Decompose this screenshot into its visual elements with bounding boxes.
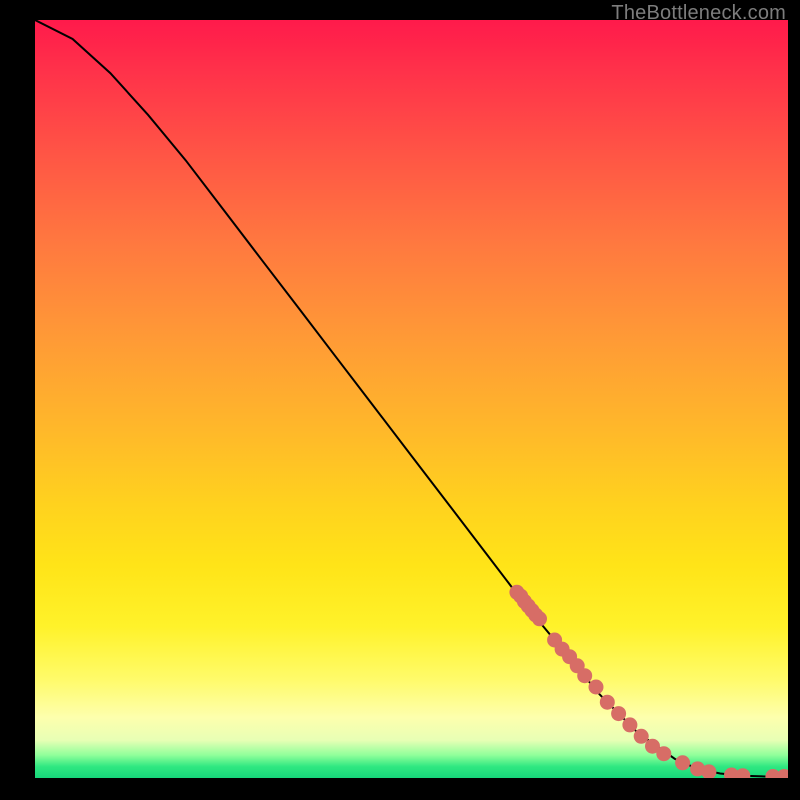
marker-dot bbox=[634, 729, 649, 744]
marker-dot bbox=[675, 755, 690, 770]
marker-dot bbox=[777, 769, 788, 778]
curve-layer bbox=[35, 20, 788, 778]
chart-frame: TheBottleneck.com bbox=[0, 0, 800, 800]
watermark-text: TheBottleneck.com bbox=[611, 2, 786, 25]
marker-dot bbox=[735, 768, 750, 778]
marker-dot bbox=[577, 668, 592, 683]
marker-dot bbox=[622, 717, 637, 732]
marker-dot bbox=[532, 611, 547, 626]
bottleneck-curve bbox=[35, 20, 788, 777]
plot-area bbox=[35, 20, 788, 778]
highlight-markers bbox=[509, 585, 788, 778]
marker-dot bbox=[600, 695, 615, 710]
marker-dot bbox=[611, 706, 626, 721]
bottleneck-curve-path bbox=[35, 20, 788, 777]
marker-dot bbox=[589, 680, 604, 695]
marker-dot bbox=[656, 746, 671, 761]
